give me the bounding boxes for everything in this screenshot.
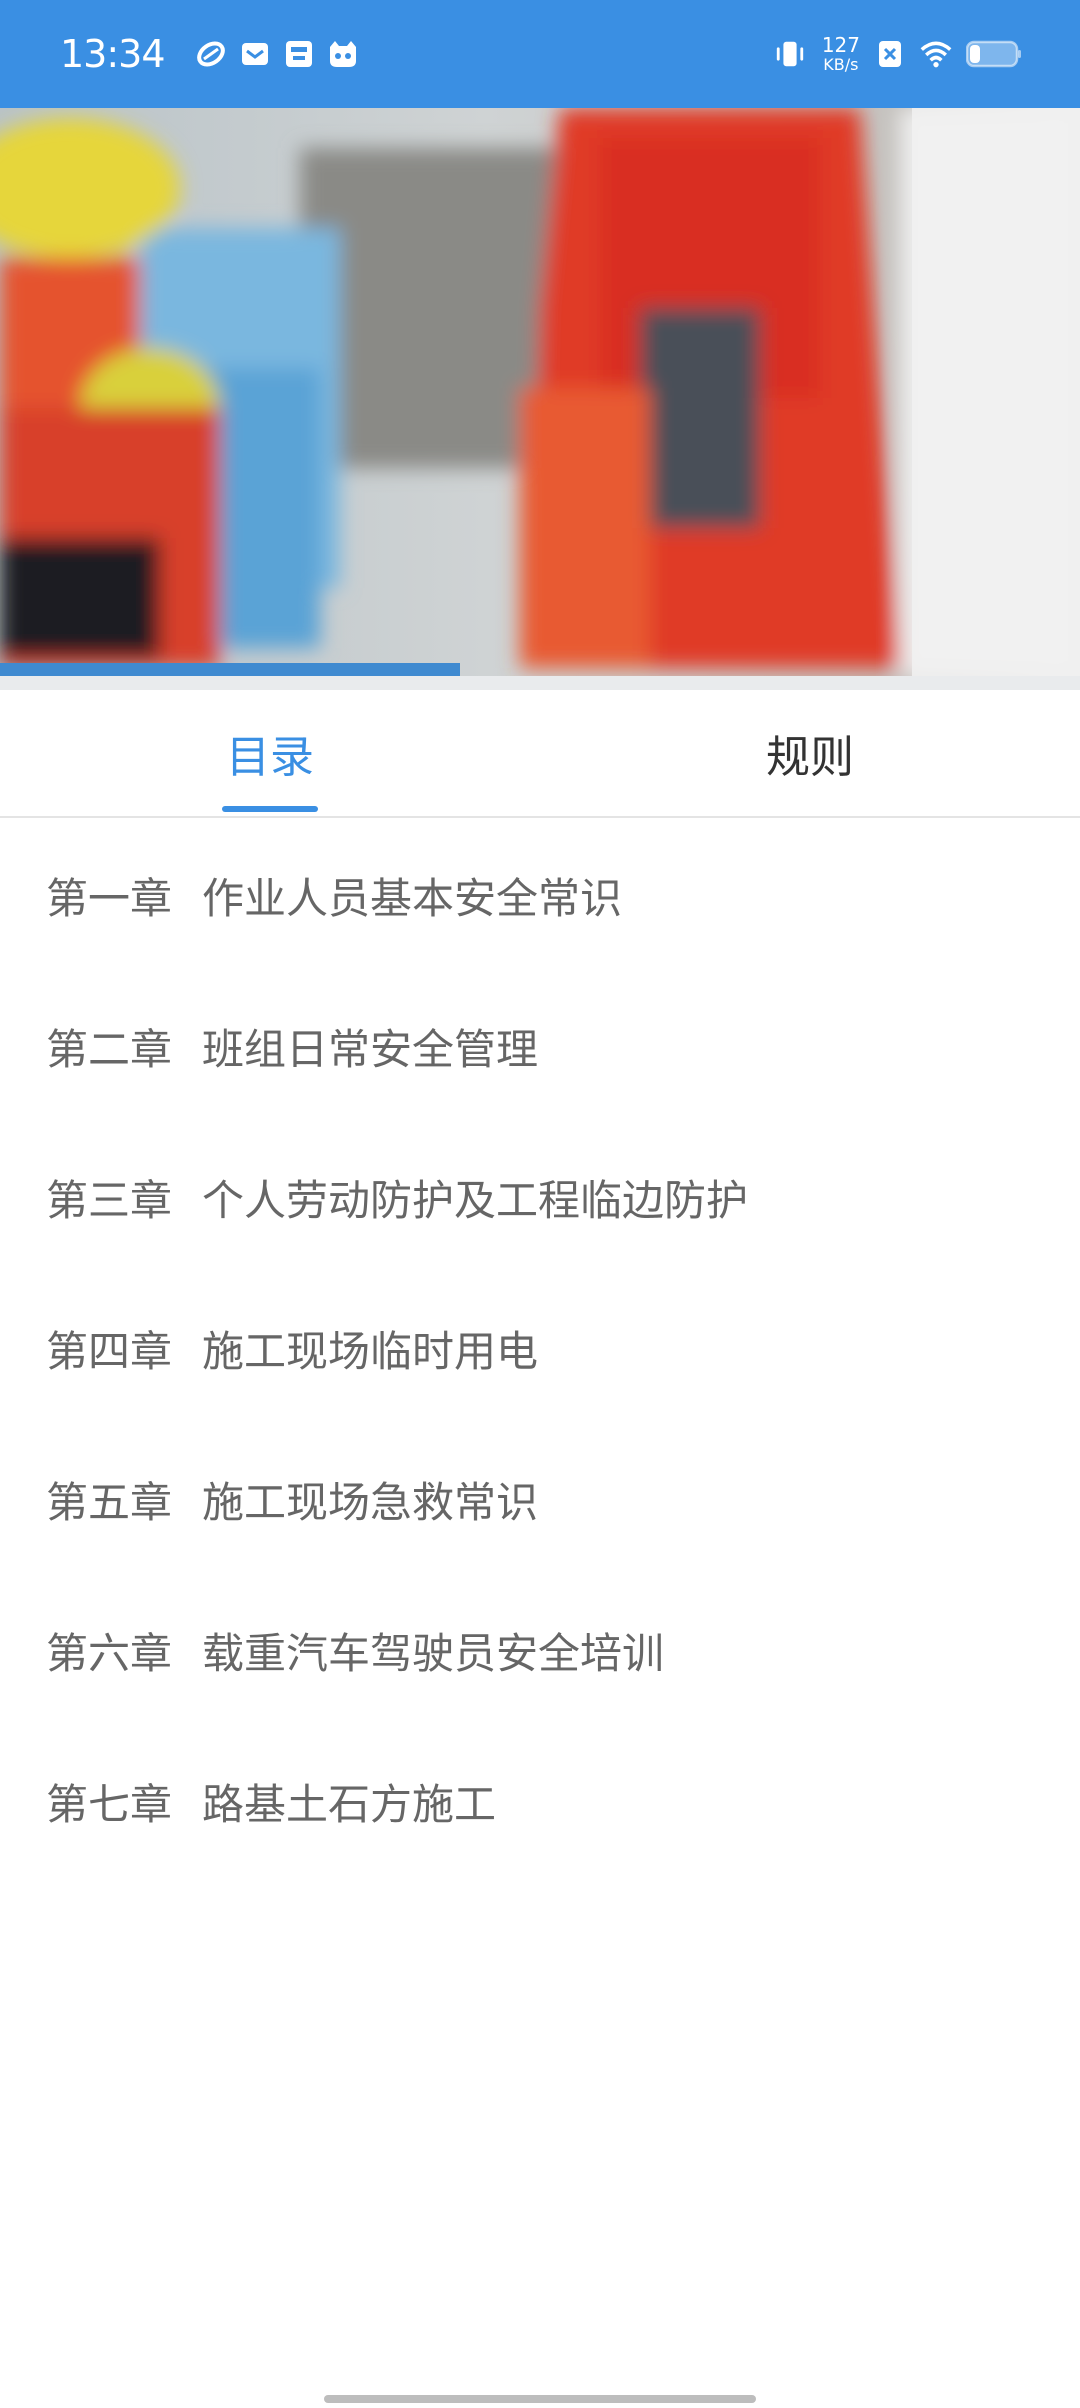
wifi-icon: [920, 38, 952, 70]
sim-blocked-icon: [874, 38, 906, 70]
chapter-item-2[interactable]: 第二章 班组日常安全管理: [0, 971, 1080, 1122]
net-speed-unit: KB/s: [823, 55, 859, 74]
chapter-item-1[interactable]: 第一章 作业人员基本安全常识: [0, 820, 1080, 971]
chapter-number: 第四章: [46, 1327, 173, 1376]
chapter-number: 第一章: [46, 874, 173, 923]
chapter-title: 个人劳动防护及工程临边防护: [202, 1176, 749, 1225]
chapter-number: 第五章: [46, 1478, 173, 1527]
chapter-number: 第二章: [46, 1025, 173, 1074]
chapter-title: 班组日常安全管理: [202, 1025, 539, 1074]
home-indicator[interactable]: [324, 2395, 756, 2403]
tab-catalog-label: 目录: [226, 732, 314, 783]
chapter-item-4[interactable]: 第四章 施工现场临时用电: [0, 1273, 1080, 1424]
banner-image[interactable]: [0, 108, 1080, 676]
status-bar: 13:34 127 KB/s: [0, 0, 1080, 108]
mail-app-icon: [239, 38, 271, 70]
net-speed: 127 KB/s: [822, 35, 860, 73]
chapter-title: 施工现场临时用电: [202, 1327, 539, 1376]
banner-divider: [0, 676, 1080, 690]
inbox-app-icon: [283, 38, 315, 70]
chapter-list: 第一章 作业人员基本安全常识 第二章 班组日常安全管理 第三章 个人劳动防护及工…: [0, 820, 1080, 1877]
tab-active-indicator: [222, 806, 318, 812]
battery-icon: [966, 38, 1022, 70]
chapter-item-5[interactable]: 第五章 施工现场急救常识: [0, 1424, 1080, 1575]
status-bar-left: 13:34: [60, 32, 359, 76]
net-speed-value: 127: [821, 33, 860, 57]
chapter-item-6[interactable]: 第六章 载重汽车驾驶员安全培训: [0, 1575, 1080, 1726]
banner-illustration: [0, 108, 1080, 676]
mascot-app-icon: [327, 38, 359, 70]
chapter-number: 第七章: [46, 1780, 173, 1829]
chapter-item-7[interactable]: 第七章 路基土石方施工: [0, 1726, 1080, 1877]
chapter-title: 作业人员基本安全常识: [202, 874, 623, 923]
chapter-title: 载重汽车驾驶员安全培训: [202, 1629, 665, 1678]
chapter-title: 路基土石方施工: [202, 1780, 497, 1829]
swirl-app-icon: [195, 38, 227, 70]
tab-bar: 目录 规则: [0, 690, 1080, 818]
screen: 13:34 127 KB/s 目录 规则 第一章 作业人员基本安全常识 第二章 …: [0, 0, 1080, 2408]
chapter-number: 第三章: [46, 1176, 173, 1225]
chapter-item-3[interactable]: 第三章 个人劳动防护及工程临边防护: [0, 1122, 1080, 1273]
chapter-number: 第六章: [46, 1629, 173, 1678]
status-bar-right: 127 KB/s: [760, 35, 1022, 73]
tab-rules-label: 规则: [766, 732, 854, 783]
tab-rules[interactable]: 规则: [540, 690, 1080, 816]
chapter-title: 施工现场急救常识: [202, 1478, 539, 1527]
status-time: 13:34: [60, 32, 166, 76]
tab-catalog[interactable]: 目录: [0, 690, 540, 816]
vibrate-icon: [774, 38, 806, 70]
